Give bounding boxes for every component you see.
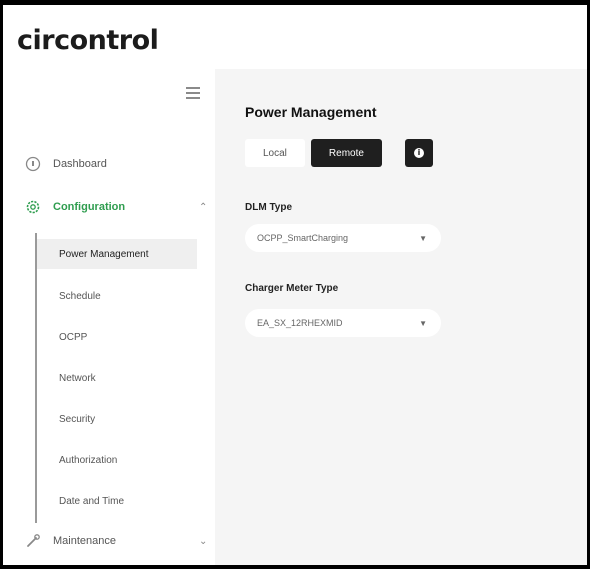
logo-text: circontrol (17, 25, 159, 56)
hamburger-icon[interactable] (186, 87, 200, 99)
caret-down-icon: ▼ (419, 318, 427, 328)
page-title: Power Management (245, 104, 377, 120)
sidebar-subitem-schedule[interactable]: Schedule (37, 281, 197, 311)
charger-meter-type-select[interactable]: EA_SX_12RHEXMID ▼ (245, 309, 441, 337)
info-button[interactable]: i (405, 139, 433, 167)
sidebar-item-maintenance[interactable]: Maintenance ⌄ (3, 526, 215, 556)
main-content: Power Management Local Remote i DLM Type… (215, 69, 587, 565)
sidebar-subitem-ocpp[interactable]: OCPP (37, 322, 197, 352)
dlm-type-label: DLM Type (245, 202, 293, 213)
local-remote-toggle: Local Remote (245, 139, 382, 167)
chevron-up-icon: ⌃ (199, 201, 208, 213)
sidebar-item-label: Dashboard (53, 158, 107, 170)
charger-meter-type-value: EA_SX_12RHEXMID (257, 318, 343, 328)
sidebar-subitem-date-and-time[interactable]: Date and Time (37, 486, 197, 516)
sidebar: Dashboard Configuration ⌃ Power Manageme… (3, 69, 215, 565)
local-toggle-button[interactable]: Local (245, 139, 305, 167)
chevron-down-icon: ⌄ (199, 535, 208, 547)
sidebar-item-dashboard[interactable]: Dashboard (3, 149, 215, 179)
remote-toggle-button[interactable]: Remote (310, 139, 382, 167)
sidebar-item-label: Configuration (53, 201, 126, 213)
sidebar-subitem-network[interactable]: Network (37, 363, 197, 393)
info-icon: i (414, 148, 424, 158)
caret-down-icon: ▼ (419, 233, 427, 243)
sidebar-subitem-security[interactable]: Security (37, 404, 197, 434)
dlm-type-value: OCPP_SmartCharging (257, 233, 349, 243)
charger-meter-type-label: Charger Meter Type (245, 283, 339, 294)
wrench-icon (25, 533, 41, 549)
gear-icon (25, 199, 41, 215)
top-bar: circontrol (3, 5, 587, 69)
sidebar-item-label: Maintenance (53, 535, 116, 547)
dashboard-icon (25, 156, 41, 172)
app-window: circontrol Dashboard Configuration ⌃ Pow… (3, 5, 587, 565)
brand-logo[interactable]: circontrol (17, 25, 159, 56)
sidebar-item-configuration[interactable]: Configuration ⌃ (3, 192, 215, 222)
sidebar-subitem-power-management[interactable]: Power Management (37, 239, 197, 269)
dlm-type-select[interactable]: OCPP_SmartCharging ▼ (245, 224, 441, 252)
sidebar-subitem-authorization[interactable]: Authorization (37, 445, 197, 475)
